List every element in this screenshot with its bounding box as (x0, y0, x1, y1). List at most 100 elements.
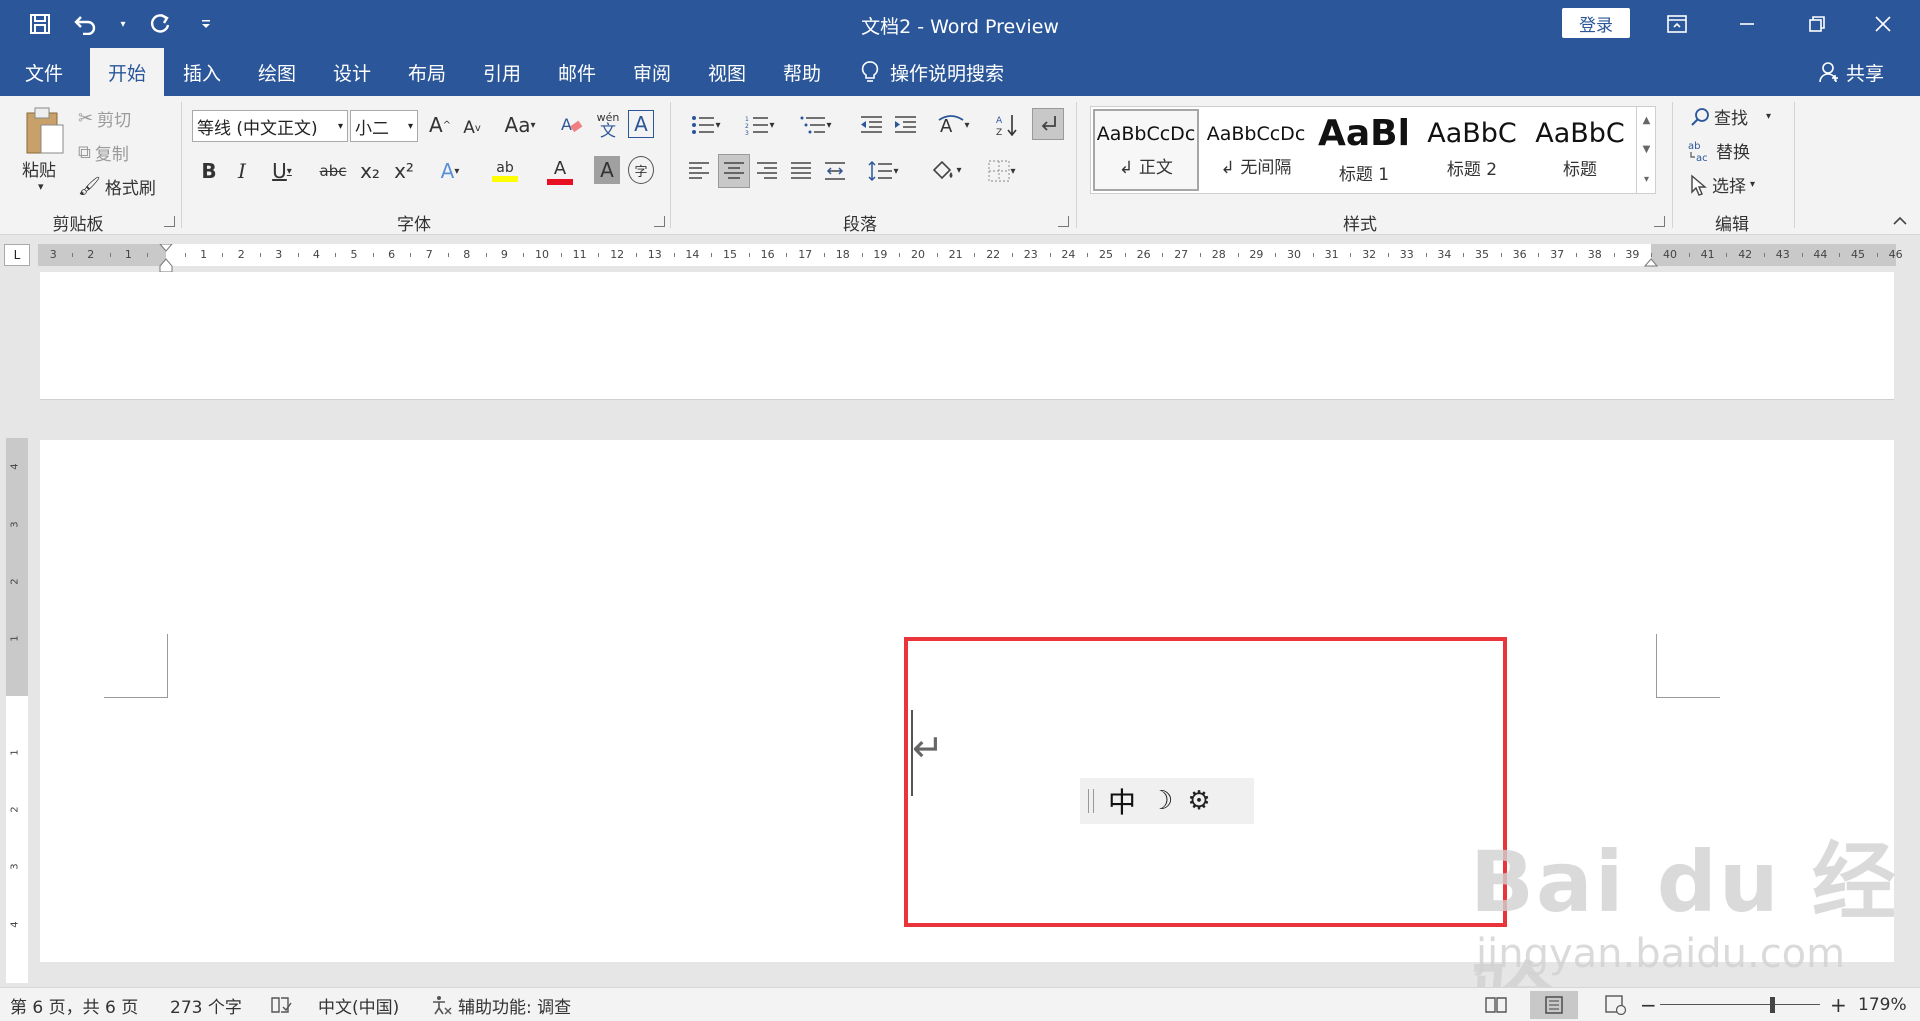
vertical-ruler[interactable]: 4 3 2 1 1 2 3 4 (6, 438, 28, 983)
tab-view[interactable]: 视图 (695, 48, 759, 96)
distributed-icon[interactable] (820, 156, 850, 186)
previous-page[interactable] (40, 272, 1894, 400)
zoom-level-button[interactable]: 179% (1858, 988, 1907, 1021)
paste-icon[interactable] (20, 104, 70, 158)
right-indent-marker[interactable] (1644, 244, 1658, 272)
scroll-down-icon[interactable]: ▼ (1643, 144, 1651, 155)
minimize-button[interactable] (1716, 0, 1778, 48)
style-sample: AaBbC (1535, 118, 1625, 149)
format-painter-button[interactable]: 🖌 格式刷 (78, 174, 156, 199)
tab-help[interactable]: 帮助 (770, 48, 834, 96)
tab-references[interactable]: 引用 (470, 48, 534, 96)
zoom-slider-track[interactable] (1660, 1004, 1820, 1005)
numbering-button[interactable]: 123 ▾ (738, 110, 782, 140)
grow-font-button[interactable]: A ^ (426, 110, 454, 140)
style-heading-2[interactable]: AaBbC 标题 2 (1419, 109, 1525, 191)
tab-selector[interactable]: L (4, 244, 30, 266)
shading-button[interactable]: ▾ (922, 154, 970, 186)
sort-icon[interactable]: AZ (992, 110, 1022, 140)
language-indicator[interactable]: 中文(中国) (318, 988, 399, 1021)
tab-layout[interactable]: 布局 (395, 48, 459, 96)
character-border-button[interactable]: A (628, 110, 654, 138)
font-color-button[interactable]: A (538, 154, 582, 188)
align-center-icon[interactable] (718, 154, 750, 188)
font-launcher-icon[interactable] (654, 216, 665, 227)
word-count-indicator[interactable]: 273 个字 (170, 988, 242, 1021)
multilevel-list-icon (800, 116, 826, 134)
show-formatting-marks-icon[interactable] (1032, 108, 1064, 140)
enclose-characters-button[interactable]: 字 (628, 156, 654, 184)
increase-indent-icon[interactable] (890, 110, 920, 140)
underline-button[interactable]: U ▾ (262, 156, 302, 186)
strikethrough-button[interactable]: abc (316, 158, 350, 184)
font-size-combo[interactable]: 小二 ▾ (350, 110, 418, 142)
replace-button[interactable]: ab ac 替换 (1688, 138, 1750, 164)
close-button[interactable] (1852, 0, 1914, 48)
chinese-layout-button[interactable]: A ▾ (930, 110, 978, 140)
phonetic-guide-button[interactable]: wén 文 (592, 108, 624, 142)
tab-insert[interactable]: 插入 (170, 48, 234, 96)
zoom-out-button[interactable]: − (1640, 988, 1657, 1021)
tell-me-search[interactable]: 操作说明搜索 (860, 48, 1004, 96)
clipboard-launcher-icon[interactable] (164, 216, 175, 227)
ruler-number: 46 (1888, 248, 1903, 261)
styles-scrollbar[interactable]: ▲ ▼ ▾ (1636, 106, 1656, 194)
bullets-button[interactable]: ▾ (684, 110, 728, 140)
superscript-button[interactable]: x² (390, 156, 418, 186)
shrink-font-button[interactable]: Av (458, 114, 486, 142)
ruler-number: 24 (1061, 248, 1076, 261)
align-left-icon[interactable] (684, 156, 714, 186)
copy-button[interactable]: ⧉ 复制 (78, 140, 129, 165)
ribbon-display-options-button[interactable] (1646, 0, 1708, 48)
borders-button[interactable]: ▾ (978, 156, 1026, 186)
italic-button[interactable]: I (230, 156, 254, 186)
font-name-combo[interactable]: 等线 (中文正文) ▾ (192, 110, 348, 142)
tab-design[interactable]: 设计 (320, 48, 384, 96)
paste-button[interactable]: 粘贴 (22, 156, 56, 181)
tab-mailings[interactable]: 邮件 (545, 48, 609, 96)
change-case-button[interactable]: Aa ▾ (498, 110, 542, 140)
zoom-in-button[interactable]: + (1830, 988, 1847, 1021)
login-button[interactable]: 登录 (1562, 8, 1630, 38)
collapse-ribbon-icon[interactable] (1888, 210, 1912, 230)
ruler-tick (1162, 253, 1164, 257)
decrease-indent-icon[interactable] (856, 110, 886, 140)
find-button[interactable]: 查找 ▾ (1690, 104, 1771, 129)
align-right-icon[interactable] (752, 156, 782, 186)
scroll-up-icon[interactable]: ▲ (1643, 115, 1651, 126)
character-shading-button[interactable]: A (594, 156, 620, 184)
paint-bucket-icon (933, 160, 953, 180)
tab-home[interactable]: 开始 (90, 48, 164, 96)
cut-button[interactable]: ✂ 剪切 (78, 106, 131, 131)
text-effects-button[interactable]: A ▾ (430, 156, 470, 186)
restore-button[interactable] (1786, 0, 1848, 48)
horizontal-ruler[interactable]: 3 2 1 1 2 3 4 5 6 7 8 9 10 11 12 13 14 15 16 17 18 19 20 21 22 23… (38, 244, 1903, 273)
tab-file[interactable]: 文件 (14, 48, 74, 96)
web-layout-button[interactable] (1592, 991, 1640, 1019)
style-heading-1[interactable]: AaBl 标题 1 (1311, 109, 1417, 191)
justify-icon[interactable] (786, 156, 816, 186)
page-number-indicator[interactable]: 第 6 页，共 6 页 (10, 988, 138, 1021)
text-highlight-button[interactable]: ab (482, 154, 528, 188)
style-no-spacing[interactable]: AaBbCcDc ↲ 无间隔 (1203, 109, 1309, 191)
tab-draw[interactable]: 绘图 (245, 48, 309, 96)
styles-launcher-icon[interactable] (1654, 216, 1665, 227)
clear-formatting-icon[interactable]: A (556, 110, 586, 140)
multilevel-list-button[interactable]: ▾ (792, 110, 840, 140)
share-button[interactable]: 共享 (1818, 48, 1884, 96)
style-title[interactable]: AaBbC 标题 (1527, 109, 1633, 191)
proofing-icon[interactable] (270, 988, 292, 1021)
paragraph-launcher-icon[interactable] (1058, 216, 1069, 227)
read-mode-button[interactable] (1472, 991, 1520, 1019)
style-normal[interactable]: AaBbCcDc ↲ 正文 (1093, 109, 1199, 191)
print-layout-button[interactable] (1530, 991, 1578, 1019)
zoom-slider-thumb[interactable] (1770, 997, 1775, 1013)
more-styles-icon[interactable]: ▾ (1644, 174, 1649, 185)
line-spacing-button[interactable]: ▾ (860, 156, 906, 186)
bold-button[interactable]: B (196, 156, 222, 186)
select-button[interactable]: 选择 ▾ (1690, 172, 1755, 197)
tab-review[interactable]: 审阅 (620, 48, 684, 96)
paste-options-chevron-icon[interactable]: ▾ (38, 180, 44, 193)
accessibility-checker[interactable]: 辅助功能: 调查 (430, 988, 571, 1021)
subscript-button[interactable]: x₂ (356, 156, 384, 186)
